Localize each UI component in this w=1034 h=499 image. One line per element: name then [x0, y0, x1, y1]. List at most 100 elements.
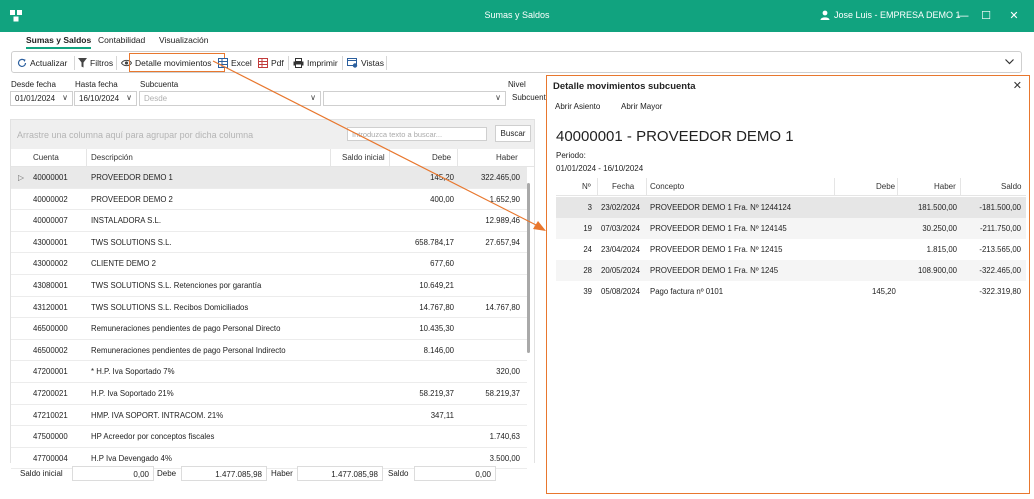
cell-descripcion: HP Acreedor por conceptos fiscales	[91, 432, 215, 442]
cell-haber: 1.652,90	[489, 194, 520, 204]
column-separator	[597, 178, 598, 196]
cell-haber: 320,00	[496, 367, 520, 377]
haber-total-label: Haber	[271, 469, 293, 478]
movement-row[interactable]: 39 05/08/2024 Pago factura nº 0101 145,20 -3…	[556, 281, 1026, 302]
cell-cuenta: 40000007	[33, 216, 68, 226]
filtros-button[interactable]: Filtros	[78, 56, 113, 69]
column-header-debe[interactable]: Debe	[876, 182, 895, 191]
cell-debe: 400,00	[430, 194, 454, 204]
nivel-select[interactable]: Subcuent	[508, 91, 546, 106]
table-row[interactable]: 43080001 TWS SOLUTIONS S.L. Retenciones p…	[11, 275, 527, 297]
cell-cuenta: 46500000	[33, 324, 68, 334]
cell-descripcion: CLIENTE DEMO 2	[91, 259, 156, 269]
close-icon[interactable]: ✕	[1013, 79, 1022, 92]
cell-cuenta: 47210021	[33, 410, 68, 420]
cell-haber: 108.900,00	[917, 266, 957, 275]
maximize-button[interactable]: ☐	[978, 8, 994, 24]
cell-cuenta: 47500000	[33, 432, 68, 442]
abrir-asiento-button[interactable]: Abrir Asiento	[555, 102, 600, 111]
table-row[interactable]: 43000001 TWS SOLUTIONS S.L. 658.784,17 27.6…	[11, 232, 527, 254]
subcuenta-label: Subcuenta	[140, 80, 179, 89]
pdf-icon	[258, 57, 268, 68]
movement-row[interactable]: 24 23/04/2024 PROVEEDOR DEMO 1 Fra. Nº 124…	[556, 239, 1026, 260]
table-row[interactable]: 40000002 PROVEEDOR DEMO 2 400,00 1.652,90	[11, 189, 527, 211]
table-row[interactable]: 47200001 * H.P. Iva Soportado 7% 320,00	[11, 361, 527, 383]
cell-descripcion: PROVEEDOR DEMO 2	[91, 194, 173, 204]
pdf-button[interactable]: Pdf	[258, 56, 284, 69]
column-header-numero[interactable]: Nº	[582, 182, 591, 191]
debe-total-value: 1.477.085,98	[181, 466, 267, 481]
toolbar-separator	[288, 56, 289, 70]
column-header-descripcion[interactable]: Descripción	[91, 153, 133, 162]
desde-fecha-select[interactable]: 01/01/2024 ∨	[10, 91, 73, 106]
cell-haber: 12.989,46	[485, 216, 520, 226]
hasta-fecha-select[interactable]: 16/10/2024 ∨	[74, 91, 137, 106]
table-row[interactable]: 47500000 HP Acreedor por conceptos fiscal…	[11, 426, 527, 448]
search-input[interactable]: Introduzca texto a buscar...	[347, 127, 487, 141]
tab-contabilidad[interactable]: Contabilidad	[98, 35, 145, 45]
subcuenta-hasta-select[interactable]: ∨	[323, 91, 506, 106]
table-row[interactable]: 43120001 TWS SOLUTIONS S.L. Recibos Domic…	[11, 297, 527, 319]
cell-cuenta: 40000002	[33, 194, 68, 204]
column-header-saldo[interactable]: Saldo	[1001, 182, 1021, 191]
cell-descripcion: TWS SOLUTIONS S.L. Recibos Domiciliados	[91, 302, 249, 312]
imprimir-button[interactable]: Imprimir	[293, 56, 338, 69]
column-header-fecha[interactable]: Fecha	[612, 182, 634, 191]
refresh-icon	[17, 58, 27, 67]
table-row[interactable]: 47200021 H.P. Iva Soportado 21% 58.219,37 5…	[11, 383, 527, 405]
table-row[interactable]: 46500002 Remuneraciones pendientes de pag…	[11, 340, 527, 362]
column-header-debe[interactable]: Debe	[432, 153, 451, 162]
table-row[interactable]: 47210021 HMP. IVA SOPORT. INTRACOM. 21% 34…	[11, 405, 527, 427]
cell-numero: 28	[583, 266, 592, 275]
table-row[interactable]: 46500000 Remuneraciones pendientes de pag…	[11, 318, 527, 340]
tab-visualizacion[interactable]: Visualización	[159, 35, 208, 45]
user-icon	[820, 10, 830, 20]
cell-haber: 58.219,37	[485, 389, 520, 398]
vistas-button[interactable]: Vistas	[347, 56, 384, 69]
cell-haber: 14.767,80	[485, 302, 520, 312]
movement-row[interactable]: 19 07/03/2024 PROVEEDOR DEMO 1 Fra. Nº 124…	[556, 218, 1026, 239]
user-menu[interactable]: Jose Luis - EMPRESA DEMO 1	[820, 10, 961, 20]
table-row[interactable]: ▷ 40000001 PROVEEDOR DEMO 1 145,20 322.465,0…	[11, 167, 527, 189]
cell-numero: 3	[587, 203, 592, 212]
abrir-mayor-button[interactable]: Abrir Mayor	[621, 102, 662, 111]
actualizar-button[interactable]: Actualizar	[17, 56, 67, 69]
cell-debe: 347,11	[430, 410, 454, 420]
cell-haber: 30.250,00	[922, 224, 957, 233]
cell-saldo: -211.750,00	[979, 224, 1021, 233]
cell-debe: 8.146,00	[423, 345, 454, 355]
excel-button[interactable]: Excel	[218, 56, 252, 69]
cell-descripcion: H.P. Iva Soportado 21%	[91, 389, 174, 398]
close-window-button[interactable]: ✕	[1006, 8, 1022, 24]
cell-haber: 1.815,00	[926, 245, 957, 254]
subcuenta-desde-select[interactable]: Desde ∨	[139, 91, 321, 106]
column-separator	[86, 149, 87, 167]
cell-cuenta: 43000002	[33, 259, 68, 269]
search-button[interactable]: Buscar	[495, 125, 531, 142]
column-separator	[897, 178, 898, 196]
column-header-cuenta[interactable]: Cuenta	[33, 153, 59, 162]
cell-fecha: 07/03/2024	[601, 224, 641, 233]
column-header-concepto[interactable]: Concepto	[650, 182, 684, 191]
chevron-down-icon[interactable]	[1005, 59, 1014, 65]
cell-descripcion: TWS SOLUTIONS S.L.	[91, 237, 172, 247]
cell-haber: 3.500,00	[489, 453, 520, 463]
movement-row[interactable]: 28 20/05/2024 PROVEEDOR DEMO 1 Fra. Nº 124…	[556, 260, 1026, 281]
minimize-button[interactable]: —	[955, 8, 971, 24]
group-hint: Arrastre una columna aquí para agrupar p…	[17, 130, 254, 140]
vertical-scrollbar[interactable]	[527, 183, 530, 353]
cell-cuenta: 47700004	[33, 453, 68, 463]
cell-cuenta: 40000001	[33, 173, 68, 182]
cell-cuenta: 43000001	[33, 237, 68, 247]
cell-cuenta: 43120001	[33, 302, 68, 312]
accounts-table: Cuenta Descripción Saldo inicial Debe Ha…	[11, 149, 534, 470]
tab-sumas-y-saldos[interactable]: Sumas y Saldos	[26, 35, 92, 49]
cell-descripcion: TWS SOLUTIONS S.L. Retenciones por garan…	[91, 281, 262, 290]
movement-row[interactable]: 3 23/02/2024 PROVEEDOR DEMO 1 Fra. Nº 1244…	[556, 197, 1026, 218]
column-header-saldo-inicial[interactable]: Saldo inicial	[342, 153, 385, 162]
column-header-haber[interactable]: Haber	[934, 182, 956, 191]
table-row[interactable]: 43000002 CLIENTE DEMO 2 677,60	[11, 253, 527, 275]
module-tabs: Sumas y Saldos Contabilidad Visualizació…	[0, 32, 1034, 50]
column-header-haber[interactable]: Haber	[496, 153, 518, 162]
table-row[interactable]: 40000007 INSTALADORA S.L. 12.989,46	[11, 210, 527, 232]
